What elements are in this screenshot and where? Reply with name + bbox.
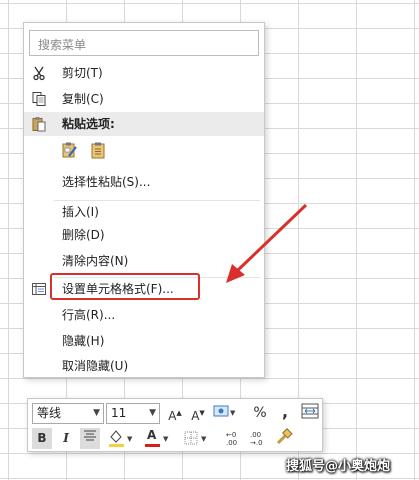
- svg-text:▼: ▼: [127, 435, 133, 443]
- font-color-letter: A: [147, 428, 157, 442]
- percent-label: %: [253, 405, 267, 421]
- svg-text:.00: .00: [226, 439, 237, 447]
- mini-toolbar: 等线 ▼ 11 ▼ A▲ A▼ ▼ % , B I ▼ ▼ A ▼ ←0.00: [27, 398, 323, 452]
- svg-text:→.0: →.0: [250, 439, 263, 447]
- format-painter-button[interactable]: [274, 428, 294, 449]
- chevron-down-icon: ▼: [149, 408, 156, 418]
- chevron-down-icon: ▼: [93, 408, 100, 418]
- watermark: 搜狐号@小奥炮炮: [286, 459, 391, 474]
- align-center-button[interactable]: [80, 428, 100, 449]
- font-size-value: 11: [111, 406, 127, 420]
- font-size-select[interactable]: 11 ▼: [106, 403, 160, 424]
- svg-text:←0: ←0: [226, 431, 236, 439]
- percent-style-button[interactable]: %: [252, 403, 268, 424]
- svg-text:.00: .00: [250, 431, 261, 439]
- decrease-font-size-button[interactable]: A▼: [190, 403, 206, 424]
- font-color-button[interactable]: ▼ A: [142, 428, 172, 449]
- align-center-icon: [84, 430, 96, 441]
- fill-color-button[interactable]: ▼: [106, 428, 136, 449]
- bold-label: B: [37, 431, 47, 445]
- decrease-decimal-button[interactable]: .00 →.0: [248, 428, 270, 449]
- borders-icon: ▼: [184, 431, 207, 445]
- paint-bucket-icon: ▼: [109, 430, 133, 447]
- font-name-select[interactable]: 等线 ▼: [32, 403, 104, 424]
- svg-text:▼: ▼: [230, 409, 236, 417]
- increase-decimal-icon: ←0.00: [226, 431, 237, 447]
- comma-label: ,: [281, 402, 289, 421]
- borders-button[interactable]: ▼: [181, 428, 211, 449]
- accounting-format-button[interactable]: ▼: [212, 403, 238, 424]
- italic-label: I: [63, 431, 69, 445]
- accounting-format-icon: ▼: [213, 405, 236, 417]
- font-name-value: 等线: [37, 406, 62, 420]
- svg-text:▼: ▼: [163, 435, 169, 443]
- increase-decimal-button[interactable]: ←0.00: [224, 428, 246, 449]
- bold-button[interactable]: B: [32, 428, 52, 449]
- merge-cells-button[interactable]: [300, 403, 320, 424]
- comma-style-button[interactable]: ,: [279, 401, 291, 422]
- increase-font-size-button[interactable]: A▲: [167, 403, 183, 424]
- merge-center-icon: [301, 403, 319, 419]
- decrease-decimal-icon: .00→.0: [250, 431, 263, 447]
- italic-button[interactable]: I: [56, 428, 76, 449]
- svg-text:▼: ▼: [201, 435, 207, 443]
- format-painter-icon: [276, 428, 293, 445]
